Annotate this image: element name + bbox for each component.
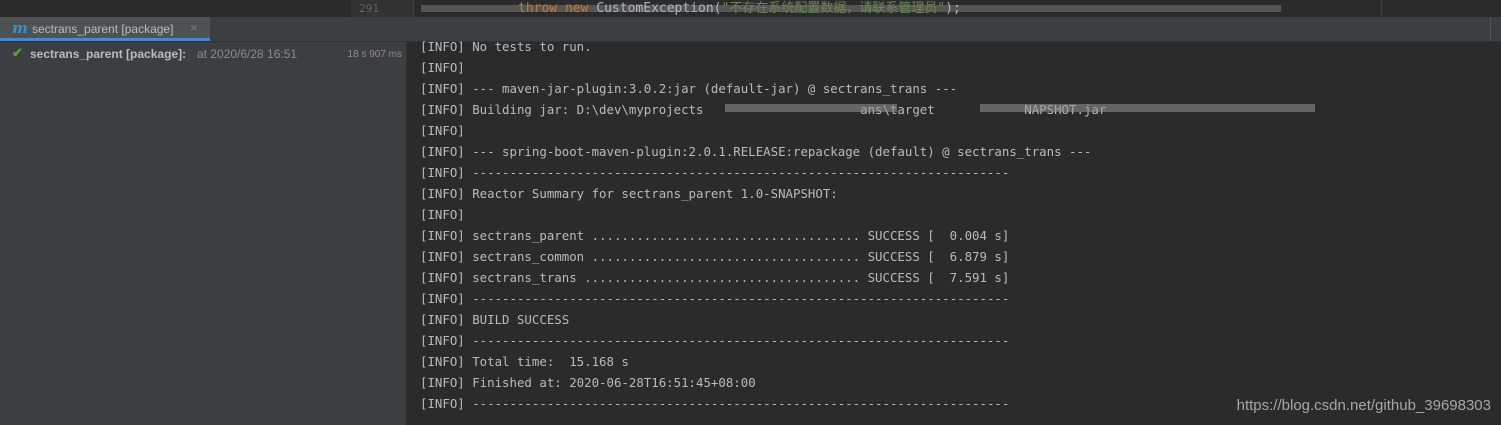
console-line: [INFO] sectrans_parent .................… [420,228,1010,243]
console-lines: [INFO] No tests to run. [INFO] [INFO] --… [420,36,1106,414]
redacted-path [725,104,897,112]
tree-node-time: at 2020/6/28 16:51 [197,47,298,61]
console-line: [INFO] [420,207,465,222]
console-line: [INFO] [420,60,465,75]
editor-area: 291 throw new CustomException("不存在系统配置数据… [0,0,1501,17]
code-end: ); [945,1,961,16]
console-line: [INFO] ---------------------------------… [420,396,1010,411]
check-icon: ✔ [12,45,23,60]
code-line[interactable]: throw new CustomException("不存在系统配置数据，请联系… [518,0,961,17]
tab-sectrans-parent-package[interactable]: m sectrans_parent [package] × [0,17,210,41]
code-keyword: throw [518,1,558,16]
run-tree-panel: ✔ sectrans_parent [package]: at 2020/6/2… [0,42,407,425]
divider [1490,17,1491,41]
maven-icon: m [12,19,28,37]
tree-node-sectrans-parent[interactable]: ✔ sectrans_parent [package]: at 2020/6/2… [0,44,406,64]
line-number: 291 [359,2,379,15]
tab-label: sectrans_parent [package] [32,22,174,36]
console-line: [INFO] No tests to run. [420,39,592,54]
console-line: [INFO] ---------------------------------… [420,165,1010,180]
tree-node-name: sectrans_parent [package]: [30,47,187,61]
close-icon[interactable]: × [190,20,198,35]
redacted-path [980,104,1315,112]
console-line: [INFO] --- maven-jar-plugin:3.0.2:jar (d… [420,81,958,96]
console-output[interactable]: [INFO] No tests to run. [INFO] [INFO] --… [407,39,1501,425]
code-call: CustomException( [588,1,722,16]
console-line: [INFO] sectrans_trans ..................… [420,270,1010,285]
console-line: [INFO] BUILD SUCCESS [420,312,570,327]
console-line: [INFO] [420,123,465,138]
watermark: https://blog.csdn.net/github_39698303 [1236,397,1491,414]
editor-gutter: 291 [351,0,414,17]
tree-node-duration: 18 s 907 ms [347,49,402,60]
console-line: [INFO] ---------------------------------… [420,333,1010,348]
editor-divider [1381,0,1382,17]
code-string: "不存在系统配置数据，请联系管理员" [721,1,946,16]
console-line: [INFO] --- spring-boot-maven-plugin:2.0.… [420,144,1092,159]
console-line: [INFO] Finished at: 2020-06-28T16:51:45+… [420,375,756,390]
console-line: [INFO] ---------------------------------… [420,291,1010,306]
console-line: [INFO] sectrans_common .................… [420,249,1010,264]
code-keyword: new [564,1,589,16]
console-line: [INFO] Reactor Summary for sectrans_pare… [420,186,838,201]
console-line: [INFO] Total time: 15.168 s [420,354,629,369]
